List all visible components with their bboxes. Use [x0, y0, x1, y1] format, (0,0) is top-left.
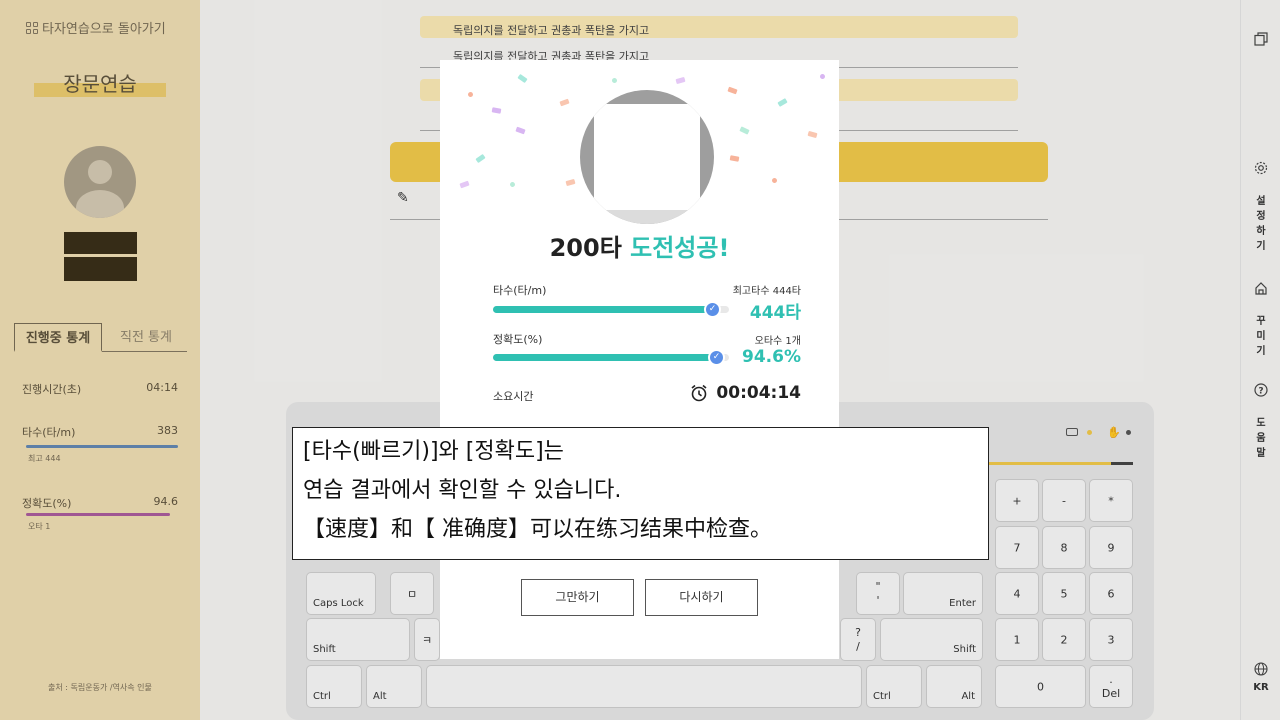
time-label: 소요시간	[493, 390, 534, 403]
confetti-piece	[565, 178, 576, 187]
caption-box: [타수(빠르기)]와 [정확도]는 연습 결과에서 확인할 수 있습니다. 【速…	[292, 427, 989, 560]
caption-line-2: 연습 결과에서 확인할 수 있습니다.	[303, 478, 622, 503]
confetti-piece	[467, 91, 474, 98]
confetti-piece	[739, 126, 750, 135]
profile-image	[580, 90, 714, 224]
confetti-piece	[729, 155, 740, 162]
confetti-piece	[611, 77, 618, 84]
speed-result: 444타	[749, 303, 801, 323]
confetti-piece	[818, 72, 827, 81]
confetti-piece	[727, 86, 738, 95]
result-modal: 200타 도전성공! 타수(타/m) 최고타수 444타 ✓ 444타 정확도(…	[440, 60, 839, 659]
quit-button[interactable]: 그만하기	[521, 579, 634, 616]
speed-label: 타수(타/m)	[493, 284, 547, 297]
confetti-piece	[771, 177, 778, 184]
alarm-clock-icon	[691, 384, 707, 402]
confetti-piece	[459, 180, 470, 189]
confetti-piece	[515, 126, 526, 135]
confetti-piece	[559, 98, 570, 107]
accuracy-progress: ✓	[493, 349, 729, 366]
accuracy-progress-fill	[493, 354, 716, 361]
time-result: 00:04:14	[690, 383, 801, 403]
confetti-piece	[517, 73, 528, 84]
caption-line-1: [타수(빠르기)]와 [정확도]는	[303, 439, 564, 464]
success-text: 도전성공!	[630, 234, 730, 262]
check-icon: ✓	[708, 349, 725, 366]
speed-progress: ✓	[493, 301, 729, 318]
typo-count: 오타수 1개	[754, 336, 801, 347]
check-icon: ✓	[704, 301, 721, 318]
result-title: 200타 도전성공!	[440, 228, 839, 263]
time-value: 00:04:14	[716, 383, 801, 403]
retry-button[interactable]: 다시하기	[645, 579, 758, 616]
best-speed: 최고타수 444타	[732, 286, 801, 297]
target-speed: 200타	[549, 234, 622, 262]
confetti-piece	[475, 153, 486, 164]
confetti-piece	[509, 181, 516, 188]
confetti-piece	[777, 98, 788, 107]
speed-progress-fill	[493, 306, 712, 313]
accuracy-result: 94.6%	[742, 347, 801, 367]
confetti-piece	[491, 107, 502, 114]
accuracy-label: 정확도(%)	[493, 333, 543, 346]
caption-line-3: 【速度】和【 准确度】可以在练习结果中检查。	[303, 517, 772, 542]
confetti-piece	[675, 76, 686, 85]
confetti-piece	[807, 130, 818, 139]
